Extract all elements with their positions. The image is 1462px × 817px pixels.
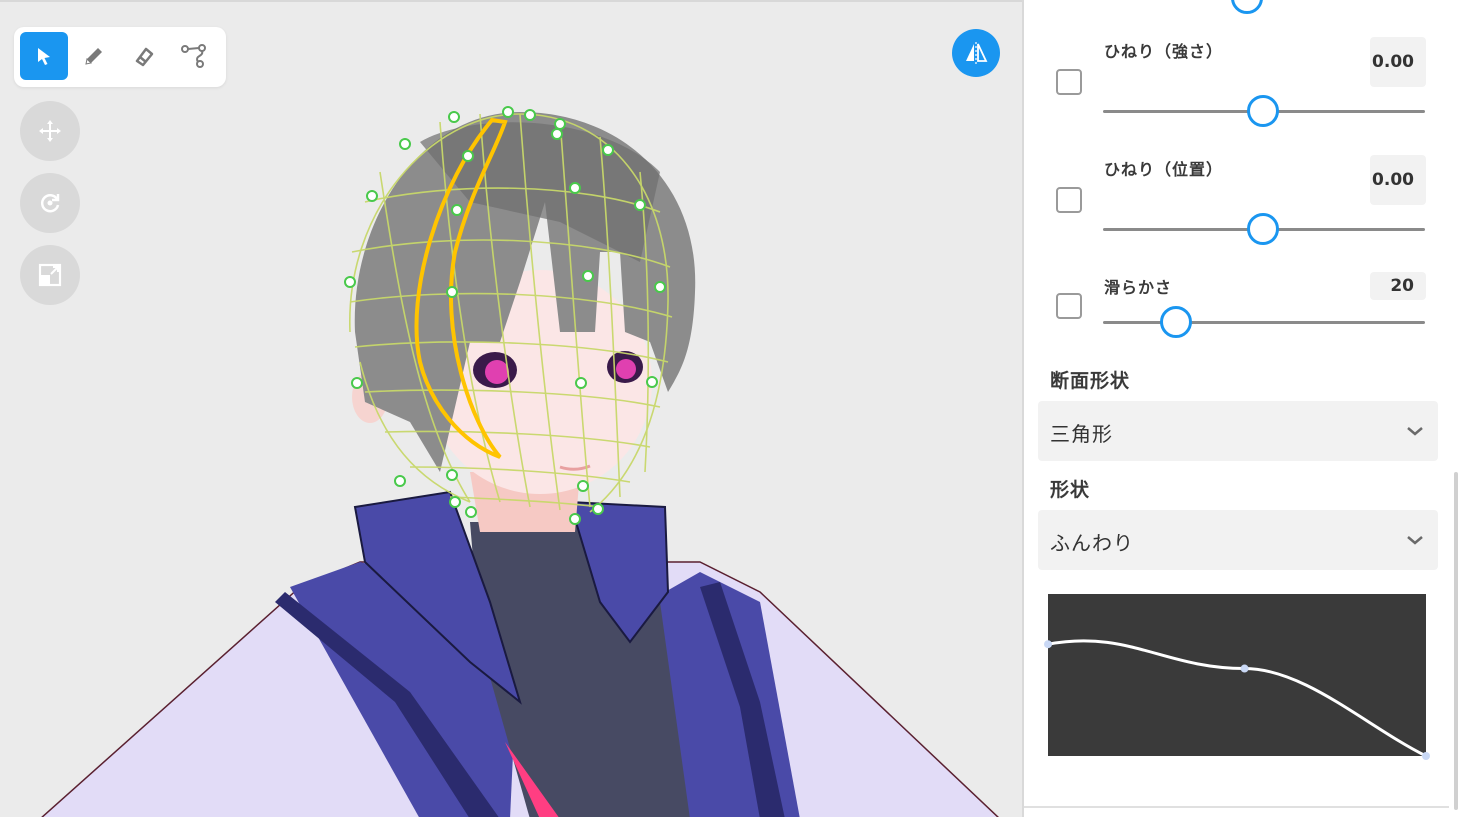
divider [1024,806,1449,808]
shape-select[interactable]: ふんわり [1038,510,1438,570]
param-label: ひねり（強さ） [1104,42,1224,61]
3d-viewport[interactable] [0,0,1022,817]
slider-thumb[interactable] [1247,95,1279,127]
character-model-render[interactable] [0,2,1022,817]
cross-section-select[interactable]: 三角形 [1038,401,1438,461]
param-value-field[interactable]: 0.00 [1370,155,1426,205]
eraser-icon [135,47,154,67]
move-view-button[interactable] [20,101,80,161]
slider-thumb[interactable] [1160,306,1192,338]
scale-view-button[interactable] [20,245,80,305]
move-icon [39,120,61,142]
mirror-toggle-button[interactable] [952,29,1000,77]
slider-thumb[interactable] [1247,213,1279,245]
curve-control-point[interactable] [1422,752,1430,760]
param-checkbox[interactable] [1056,293,1082,319]
curve-control-point[interactable] [1240,664,1249,673]
cross-section-value: 三角形 [1050,422,1113,446]
slider-thumb-previous[interactable] [1231,0,1263,14]
properties-panel: ひねり（強さ） 0.00 ひねり（位置） 0.00 滑らかさ 20 断面形状 三… [1022,0,1462,817]
shape-value: ふんわり [1050,531,1134,555]
shape-title: 形状 [1050,479,1091,501]
curve-control-point[interactable] [1044,640,1052,649]
pen-tool-button[interactable] [70,32,118,80]
panel-scrollbar[interactable] [1454,472,1458,810]
select-tool-button[interactable] [20,32,68,80]
mirror-symmetry-icon [966,42,988,64]
pencil-icon [85,48,102,65]
profile-curve-editor[interactable] [1044,594,1430,760]
scale-icon [38,263,62,287]
tool-palette [14,27,226,87]
slider-track[interactable] [1103,321,1425,324]
profile-curve-line [1047,639,1427,758]
param-checkbox[interactable] [1056,187,1082,213]
param-label: ひねり（位置） [1104,160,1224,179]
param-checkbox[interactable] [1056,69,1082,95]
path-nodes-icon [181,44,206,68]
rotate-icon [40,194,60,213]
param-value-field[interactable]: 20 [1370,272,1426,300]
cursor-arrow-icon [38,48,50,65]
chevron-down-icon [1407,536,1423,545]
chevron-down-icon [1407,427,1423,436]
eraser-tool-button[interactable] [120,32,168,80]
param-value-field[interactable]: 0.00 [1370,37,1426,87]
cross-section-title: 断面形状 [1050,370,1131,392]
path-tool-button[interactable] [170,32,218,80]
param-label: 滑らかさ [1104,278,1173,297]
rotate-view-button[interactable] [20,173,80,233]
